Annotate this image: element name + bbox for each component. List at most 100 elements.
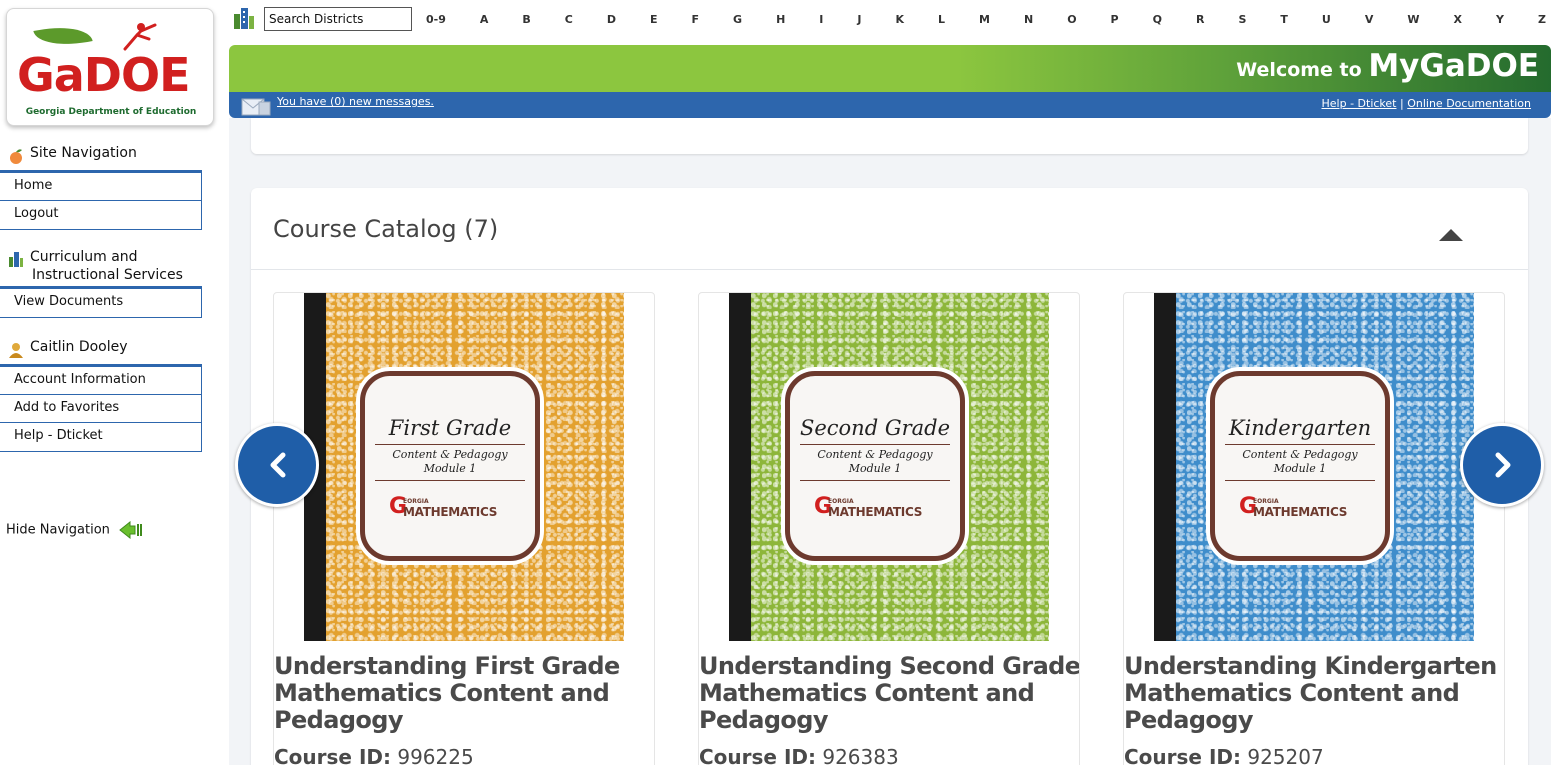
cover-spine [729,293,751,641]
alpha-filter-link[interactable]: Q [1153,13,1162,26]
alpha-filter-link[interactable]: I [819,13,823,26]
course-cover-image[interactable]: Second Grade Content & Pedagogy Module 1… [729,293,1049,641]
alpha-filter-link[interactable]: V [1365,13,1374,26]
peach-icon [10,149,22,164]
cover-subtitle-line2: Module 1 [423,462,477,475]
alpha-filter-link[interactable]: 0-9 [426,13,446,26]
course-card[interactable]: First Grade Content & Pedagogy Module 1 … [273,292,655,765]
alpha-filter-link[interactable]: J [857,13,861,26]
online-documentation-link[interactable]: Online Documentation [1407,97,1531,110]
course-catalog-panel: Course Catalog (7) First Grade Content &… [251,188,1528,765]
main-content: Course Catalog (7) First Grade Content &… [229,118,1551,765]
alpha-filter-link[interactable]: A [480,13,489,26]
welcome-banner: Welcome to MyGaDOE [229,45,1551,92]
cover-subtitle: Content & Pedagogy Module 1 [790,448,960,476]
georgia-mathematics-badge: G EORGIA MATHEMATICS [1239,494,1361,524]
badge-georgia: EORGIA [403,498,429,505]
course-title[interactable]: Understanding Second Grade Mathematics C… [699,653,1079,734]
cover-rule [375,480,525,481]
user-icon [9,343,23,358]
alpha-filter-link[interactable]: K [895,13,904,26]
sidebar: Site Navigation Home Logout Curriculum a… [0,140,212,539]
cover-subtitle-line2: Module 1 [1273,462,1327,475]
alpha-filter-link[interactable]: E [650,13,658,26]
help-dticket-link[interactable]: Help - Dticket [1322,97,1397,110]
alpha-filter-link[interactable]: G [733,13,742,26]
alpha-filter-link[interactable]: M [979,13,990,26]
alpha-filter-link[interactable]: C [565,13,573,26]
cover-spine [1154,293,1176,641]
chevron-right-icon [1495,452,1511,478]
cover-rule [1225,444,1375,445]
building-icon [9,252,23,267]
new-messages-link[interactable]: You have (0) new messages. [277,95,434,108]
gadoe-logo[interactable]: GaDOE Georgia Department of Education [6,8,214,126]
alpha-filter-link[interactable]: R [1196,13,1204,26]
mail-icon[interactable] [241,98,271,116]
alpha-filter-link[interactable]: B [522,13,530,26]
chevron-left-icon [270,452,286,478]
course-card[interactable]: Second Grade Content & Pedagogy Module 1… [698,292,1080,765]
course-id-label: Course ID: [1124,745,1241,765]
alpha-filter-link[interactable]: T [1280,13,1288,26]
catalog-header: Course Catalog (7) [251,188,1528,270]
welcome-prefix: Welcome to [1236,59,1369,81]
cover-label: Kindergarten Content & Pedagogy Module 1… [1210,371,1390,561]
course-id: Course ID: 925207 [1124,745,1324,765]
help-links: Help - Dticket | Online Documentation [1322,97,1532,110]
carousel-next-button[interactable] [1460,423,1544,507]
alpha-filter-link[interactable]: O [1067,13,1076,26]
carousel-prev-button[interactable] [235,423,319,507]
sidebar-item-home[interactable]: Home [0,173,201,201]
alphabet-filter: 0-9 A B C D E F G H I J K L M N O P Q R S T U V W X Y Z [426,8,1546,30]
alpha-filter-link[interactable]: N [1024,13,1033,26]
course-id-label: Course ID: [699,745,816,765]
course-cover-image[interactable]: First Grade Content & Pedagogy Module 1 … [304,293,624,641]
alpha-filter-link[interactable]: D [607,13,616,26]
sidebar-item-help-dticket[interactable]: Help - Dticket [0,423,201,451]
alpha-filter-link[interactable]: X [1454,13,1462,26]
cover-subtitle: Content & Pedagogy Module 1 [1215,448,1385,476]
georgia-mathematics-badge: G EORGIA MATHEMATICS [389,494,511,524]
alpha-filter-link[interactable]: F [692,13,700,26]
curriculum-heading: Curriculum and Instructional Services [0,246,212,286]
course-card[interactable]: Kindergarten Content & Pedagogy Module 1… [1123,292,1505,765]
sidebar-item-account-information[interactable]: Account Information [0,367,201,395]
caret-up-icon[interactable] [1437,226,1465,242]
hide-navigation-toggle[interactable]: Hide Navigation [6,521,144,539]
cover-rule [800,444,950,445]
alpha-filter-link[interactable]: P [1111,13,1119,26]
site-navigation-label: Site Navigation [30,145,137,161]
welcome-title: Welcome to MyGaDOE [1236,48,1539,84]
badge-mathematics: MATHEMATICS [403,505,498,519]
course-title[interactable]: Understanding First Grade Mathematics Co… [274,653,654,734]
sidebar-item-add-to-favorites[interactable]: Add to Favorites [0,395,201,423]
course-title[interactable]: Understanding Kindergarten Mathematics C… [1124,653,1504,734]
district-building-icon [234,8,254,29]
sidebar-item-logout[interactable]: Logout [0,201,201,229]
badge-mathematics: MATHEMATICS [828,505,923,519]
course-cover-image[interactable]: Kindergarten Content & Pedagogy Module 1… [1154,293,1474,641]
cover-subtitle-line2: Module 1 [848,462,902,475]
alpha-filter-link[interactable]: U [1322,13,1331,26]
cover-subtitle-line1: Content & Pedagogy [1242,448,1358,461]
cover-rule [1225,480,1375,481]
georgia-mathematics-badge: G EORGIA MATHEMATICS [814,494,936,524]
curriculum-label-line2: Instructional Services [32,267,183,283]
site-navigation-heading: Site Navigation [0,140,212,170]
alpha-filter-link[interactable]: H [776,13,785,26]
badge-georgia: EORGIA [1253,498,1279,505]
search-districts-input[interactable] [264,7,412,31]
alpha-filter-link[interactable]: L [938,13,945,26]
course-id-value: 925207 [1247,745,1324,765]
alpha-filter-link[interactable]: S [1238,13,1246,26]
logo-wordmark: GaDOE [17,48,191,102]
sidebar-item-view-documents[interactable]: View Documents [0,289,201,317]
alpha-filter-link[interactable]: Y [1496,13,1504,26]
alpha-filter-link[interactable]: Z [1538,13,1546,26]
cover-label: Second Grade Content & Pedagogy Module 1… [785,371,965,561]
alpha-filter-link[interactable]: W [1407,13,1419,26]
arrow-left-icon [119,521,143,539]
cover-rule [800,480,950,481]
course-id-value: 926383 [822,745,899,765]
